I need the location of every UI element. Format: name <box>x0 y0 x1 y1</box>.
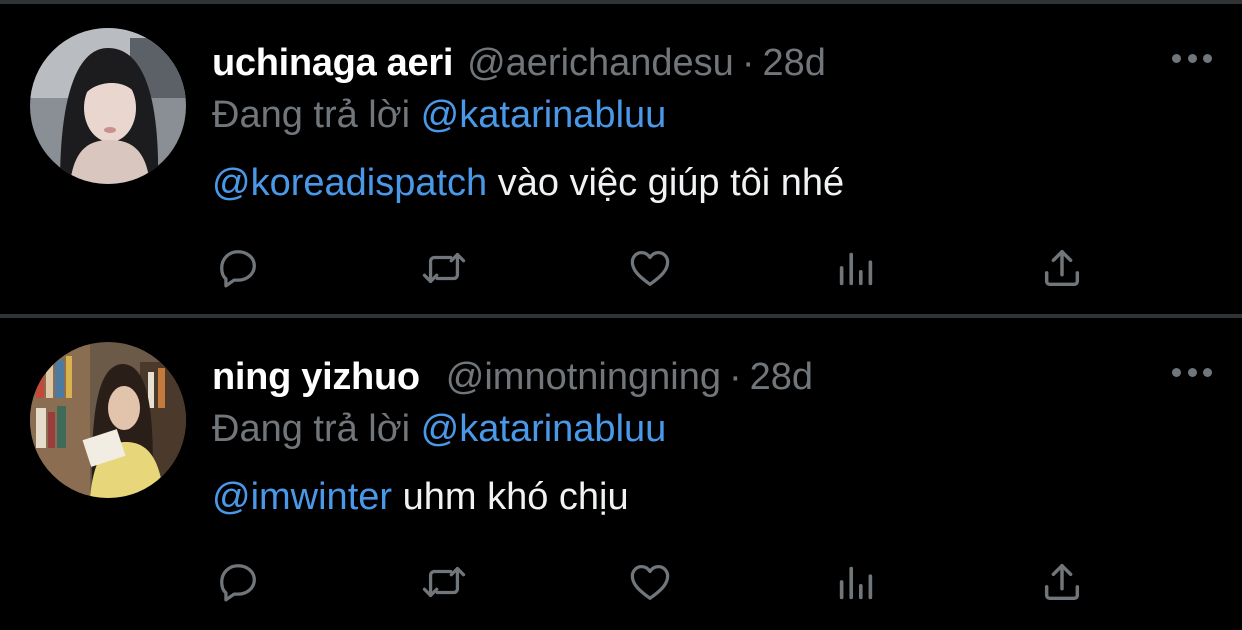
reply-icon <box>220 564 256 602</box>
share-button[interactable] <box>1036 242 1088 294</box>
tweet-text: @koreadispatch vào việc giúp tôi nhé <box>212 158 844 208</box>
tweet-header: ning yizhuo @imnotningning · 28d <box>212 352 813 402</box>
user-handle[interactable]: @imnotningning <box>446 356 721 398</box>
share-icon <box>1044 563 1080 601</box>
replying-to-mention[interactable]: @katarinabluu <box>421 94 667 136</box>
display-name[interactable]: ning yizhuo <box>212 356 420 398</box>
tweet-body: uhm khó chịu <box>392 476 629 518</box>
replying-to-mention[interactable]: @katarinabluu <box>421 408 667 450</box>
retweet-icon <box>422 566 466 598</box>
tweet[interactable]: ning yizhuo @imnotningning · 28d Đang trả l… <box>0 318 1242 630</box>
views-button[interactable] <box>830 242 882 294</box>
user-handle[interactable]: @aerichandesu <box>467 42 734 84</box>
like-icon <box>630 565 670 600</box>
reply-button[interactable] <box>212 556 264 608</box>
tweet[interactable]: uchinaga aeri @aerichandesu · 28d Đang trả … <box>0 4 1242 316</box>
timestamp[interactable]: 28d <box>762 42 825 84</box>
more-options-icon[interactable] <box>1172 364 1212 380</box>
tweet-mention[interactable]: @imwinter <box>212 476 392 518</box>
more-options-icon[interactable] <box>1172 50 1212 66</box>
replying-to-label: Đang trả lời <box>212 408 411 450</box>
separator-dot: · <box>741 42 755 84</box>
retweet-icon <box>422 252 466 284</box>
tweet-body: vào việc giúp tôi nhé <box>487 162 845 204</box>
avatar[interactable] <box>30 342 186 498</box>
retweet-button[interactable] <box>418 242 470 294</box>
share-button[interactable] <box>1036 556 1088 608</box>
avatar[interactable] <box>30 28 186 184</box>
reply-button[interactable] <box>212 242 264 294</box>
replying-to-label: Đang trả lời <box>212 94 411 136</box>
tweet-text: @imwinter uhm khó chịu <box>212 472 629 522</box>
replying-to: Đang trả lời @katarinabluu <box>212 404 666 454</box>
share-icon <box>1044 249 1080 287</box>
views-icon <box>839 252 873 286</box>
views-button[interactable] <box>830 556 882 608</box>
like-button[interactable] <box>624 242 676 294</box>
tweet-header: uchinaga aeri @aerichandesu · 28d <box>212 38 826 88</box>
separator-dot: · <box>728 356 742 398</box>
reply-icon <box>220 250 256 288</box>
views-icon <box>839 566 873 600</box>
retweet-button[interactable] <box>418 556 470 608</box>
replying-to: Đang trả lời @katarinabluu <box>212 90 666 140</box>
like-icon <box>630 251 670 286</box>
tweet-mention[interactable]: @koreadispatch <box>212 162 487 204</box>
like-button[interactable] <box>624 556 676 608</box>
display-name[interactable]: uchinaga aeri <box>212 42 453 84</box>
timestamp[interactable]: 28d <box>750 356 813 398</box>
